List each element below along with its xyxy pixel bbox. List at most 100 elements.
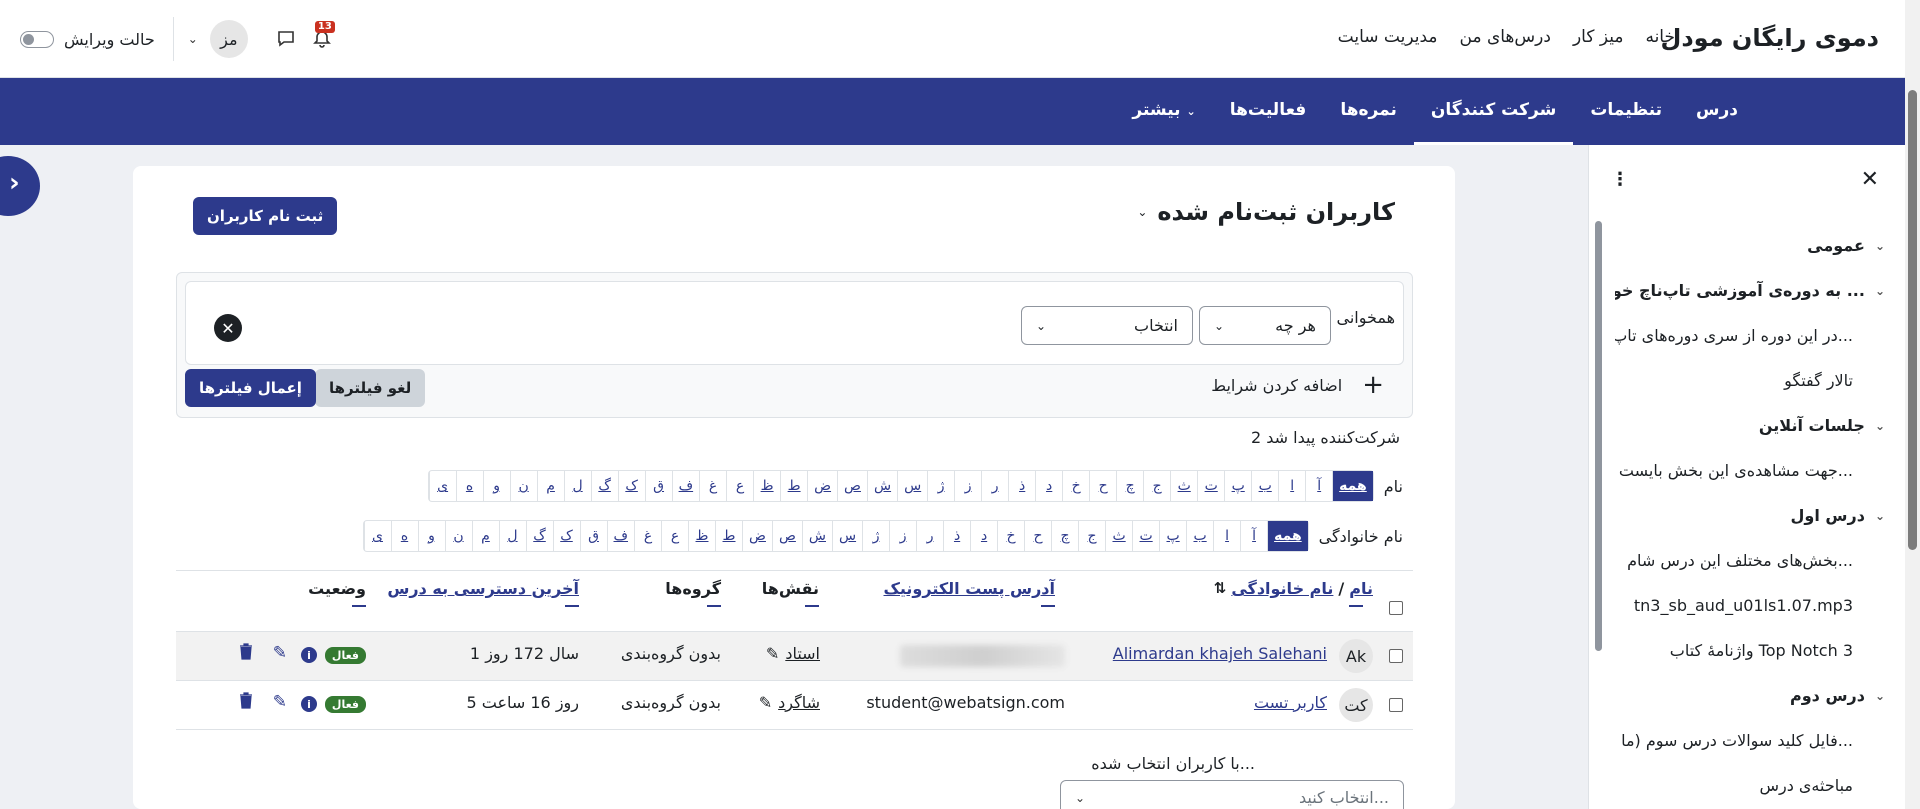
course-index-section[interactable]: ⌄ به دوره‌ی آموزشی تاپ‌ناچ خوش ...	[1615, 268, 1885, 313]
first-name-initial-letter[interactable]: آ	[1305, 471, 1332, 501]
drawer-scrollbar-thumb[interactable]	[1595, 221, 1602, 651]
last-name-initial-letter[interactable]: آ	[1240, 521, 1267, 551]
first-name-initial-letter[interactable]: ظ	[753, 471, 780, 501]
last-name-initial-letter[interactable]: غ	[634, 521, 661, 551]
first-name-initial-letter[interactable]: ض	[807, 471, 837, 501]
course-index-section[interactable]: ⌄ جلسات آنلاین	[1615, 403, 1885, 448]
last-name-initial-letter[interactable]: ح	[1024, 521, 1051, 551]
row-checkbox[interactable]	[1389, 698, 1403, 712]
notifications-button[interactable]: 13	[304, 21, 340, 57]
nav-home[interactable]: خانه	[1645, 27, 1675, 47]
first-name-initial-letter[interactable]: ط	[780, 471, 807, 501]
last-name-initial-letter[interactable]: ق	[579, 521, 607, 551]
last-name-initial-letter[interactable]: ک	[552, 521, 580, 551]
last-name-initial-letter[interactable]: م	[471, 521, 499, 551]
clear-filters-button[interactable]: لغو فیلترها	[315, 369, 426, 407]
edit-enrolment-icon[interactable]: ✎	[273, 643, 287, 663]
last-name-initial-letter[interactable]: ژ	[862, 521, 889, 551]
last-name-initial-letter[interactable]: ف	[606, 521, 635, 551]
hide-column-icon[interactable]	[1041, 605, 1055, 607]
pencil-icon[interactable]: ✎	[759, 693, 772, 712]
first-name-initial-letter[interactable]: ه	[455, 471, 483, 501]
hide-column-icon[interactable]	[805, 605, 819, 607]
course-index-item[interactable]: تالار گفتگو	[1615, 358, 1885, 403]
first-name-initial-all[interactable]: همه	[1332, 471, 1373, 501]
first-name-initial-letter[interactable]: ا	[1278, 471, 1305, 501]
chevron-down-icon[interactable]: ⌄	[188, 32, 198, 46]
apply-filters-button[interactable]: إعمال فیلترها	[185, 369, 316, 407]
tab-grades[interactable]: نمره‌ها	[1323, 78, 1414, 145]
tab-course[interactable]: درس	[1679, 78, 1755, 145]
add-condition-button[interactable]: + اضافه کردن شرایط	[1211, 370, 1384, 400]
first-name-initial-letter[interactable]: ث	[1170, 471, 1197, 501]
course-index-item[interactable]: در این دوره از سری دوره‌های تاپ...	[1615, 313, 1885, 358]
first-name-initial-letter[interactable]: ص	[837, 471, 867, 501]
first-name-initial-letter[interactable]: ف	[671, 471, 700, 501]
last-name-initial-letter[interactable]: ه	[390, 521, 418, 551]
sort-last-access-link[interactable]: آخرین دسترسی به درس	[387, 579, 579, 598]
last-name-initial-letter[interactable]: ث	[1105, 521, 1132, 551]
hide-column-icon[interactable]	[707, 605, 721, 607]
first-name-initial-letter[interactable]: ج	[1143, 471, 1170, 501]
sort-email-link[interactable]: آدرس پست الکترونیک	[884, 579, 1056, 598]
row-checkbox[interactable]	[1389, 649, 1403, 663]
nav-my-courses[interactable]: درس‌های من	[1460, 27, 1551, 47]
edit-mode-toggle[interactable]	[20, 30, 54, 48]
last-name-initial-letter[interactable]: ت	[1132, 521, 1159, 551]
last-name-initial-letter[interactable]: س	[831, 521, 862, 551]
trash-icon[interactable]	[239, 643, 253, 664]
first-name-initial-letter[interactable]: د	[1035, 471, 1062, 501]
first-name-initial-letter[interactable]: س	[897, 471, 927, 501]
first-name-initial-letter[interactable]: ح	[1089, 471, 1116, 501]
chevron-down-icon[interactable]: ⌄	[1875, 284, 1885, 298]
last-name-initial-letter[interactable]: چ	[1051, 521, 1078, 551]
course-index-section[interactable]: ⌄ درس دوم	[1615, 673, 1885, 718]
last-name-initial-letter[interactable]: ن	[444, 521, 472, 551]
nav-site-admin[interactable]: مدیریت سایت	[1338, 27, 1438, 47]
messages-button[interactable]	[268, 21, 304, 57]
chevron-down-icon[interactable]: ⌄	[1875, 419, 1885, 433]
last-name-initial-letter[interactable]: ذ	[943, 521, 970, 551]
more-options-icon[interactable]: ⋮	[1611, 169, 1629, 190]
last-name-initial-letter[interactable]: ر	[916, 521, 943, 551]
first-name-initial-letter[interactable]: ت	[1197, 471, 1224, 501]
course-index-item[interactable]: واژنامهٔ کتاب Top Notch 3	[1615, 628, 1885, 673]
last-name-initial-letter[interactable]: د	[970, 521, 997, 551]
first-name-initial-letter[interactable]: ن	[509, 471, 537, 501]
open-drawer-button[interactable]: ›	[0, 156, 40, 216]
first-name-initial-letter[interactable]: ر	[981, 471, 1008, 501]
nav-dashboard[interactable]: میز کار	[1573, 27, 1624, 47]
course-index-section[interactable]: ⌄ درس اول	[1615, 493, 1885, 538]
page-title[interactable]: کاربران ثبت‌نام شده ⌄	[1137, 198, 1395, 226]
last-name-initial-letter[interactable]: ش	[801, 521, 832, 551]
last-name-initial-letter[interactable]: ظ	[688, 521, 715, 551]
role-link[interactable]: استاد	[785, 644, 820, 663]
course-index-item[interactable]: بخش‌های مختلف این درس شام...	[1615, 538, 1885, 583]
first-name-initial-letter[interactable]: غ	[699, 471, 726, 501]
hide-column-icon[interactable]	[565, 605, 579, 607]
first-name-initial-letter[interactable]: ز	[954, 471, 981, 501]
site-name[interactable]: دموی رایگان مودل	[1661, 24, 1879, 52]
course-index-item[interactable]: جهت مشاهده‌ی این بخش بایست...	[1615, 448, 1885, 493]
last-name-initial-letter[interactable]: ص	[771, 521, 802, 551]
page-scrollbar-thumb[interactable]	[1908, 90, 1917, 550]
last-name-initial-letter[interactable]: خ	[997, 521, 1024, 551]
last-name-initial-letter[interactable]: ض	[742, 521, 772, 551]
last-name-initial-letter[interactable]: پ	[1159, 521, 1186, 551]
last-name-initial-letter[interactable]: گ	[525, 521, 553, 551]
course-index-item[interactable]: مباحثه‌ی درس	[1615, 763, 1885, 808]
last-name-initial-letter[interactable]: ل	[498, 521, 526, 551]
first-name-initial-letter[interactable]: ی	[428, 471, 456, 501]
hide-column-icon[interactable]	[1349, 605, 1363, 607]
last-name-initial-letter[interactable]: ب	[1186, 521, 1213, 551]
select-all-checkbox[interactable]	[1389, 601, 1403, 615]
tab-activities[interactable]: فعالیت‌ها	[1213, 78, 1324, 145]
sort-last-name-link[interactable]: نام خانوادگی	[1231, 579, 1333, 598]
course-index-item[interactable]: فایل کلید سوالات درس سوم (ما...	[1615, 718, 1885, 763]
enrol-users-button[interactable]: ثبت نام کاربران	[193, 197, 338, 235]
pencil-icon[interactable]: ✎	[766, 644, 779, 663]
first-name-initial-letter[interactable]: ل	[563, 471, 591, 501]
course-index-section[interactable]: ⌄ عمومی	[1615, 223, 1885, 268]
first-name-initial-letter[interactable]: و	[482, 471, 510, 501]
last-name-initial-letter[interactable]: ع	[661, 521, 688, 551]
